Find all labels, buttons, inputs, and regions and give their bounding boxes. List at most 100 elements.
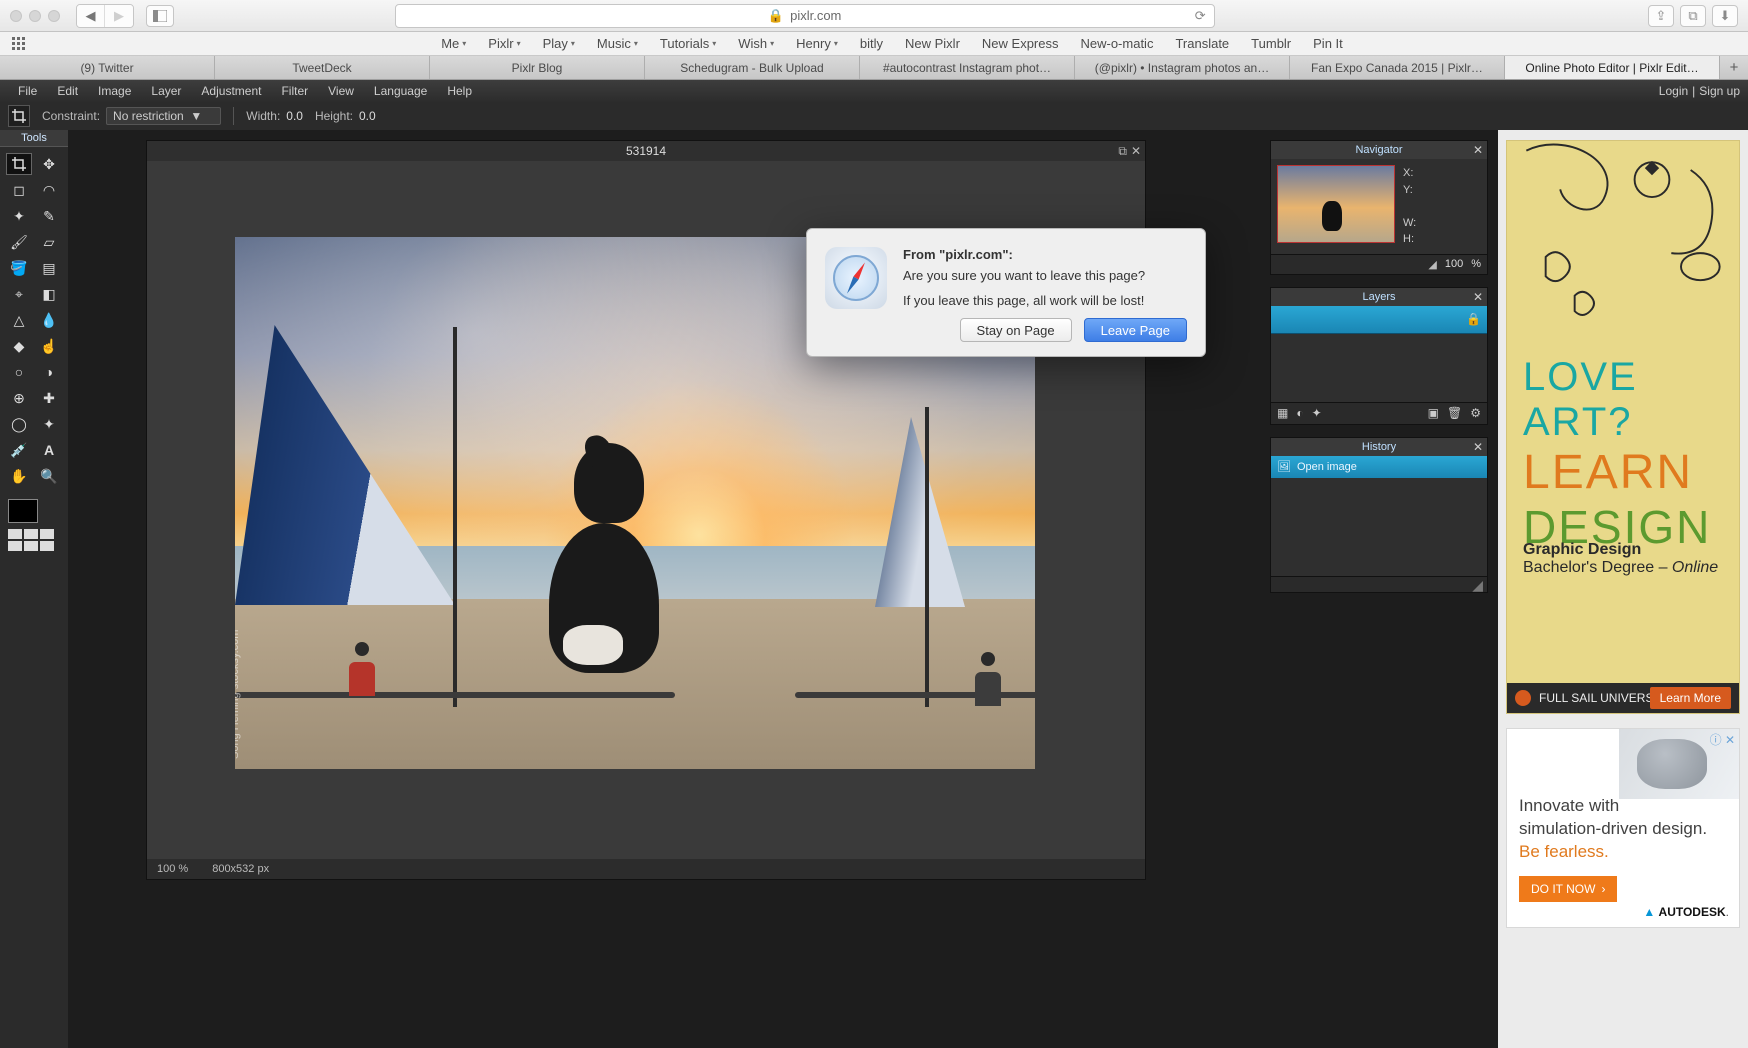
- ad-close-icon[interactable]: ⓘ ✕: [1710, 731, 1735, 748]
- new-tab-button[interactable]: +: [1720, 56, 1748, 79]
- lasso-tool[interactable]: ◠: [36, 179, 62, 201]
- marquee-tool[interactable]: ◻: [6, 179, 32, 201]
- drawing-tool[interactable]: △: [6, 309, 32, 331]
- navigator-thumbnail[interactable]: [1277, 165, 1395, 243]
- bookmark-item[interactable]: Pixlr▾: [488, 36, 520, 51]
- menu-language[interactable]: Language: [364, 84, 437, 98]
- maximize-icon[interactable]: ⧉: [1118, 144, 1127, 159]
- bookmark-item[interactable]: Henry▾: [796, 36, 838, 51]
- eraser-tool[interactable]: ▱: [36, 231, 62, 253]
- back-button[interactable]: ◀: [77, 5, 105, 27]
- foreground-color[interactable]: [8, 499, 38, 523]
- browser-tab-active[interactable]: Online Photo Editor | Pixlr Edit…: [1505, 56, 1720, 79]
- browser-tab[interactable]: Pixlr Blog: [430, 56, 645, 79]
- crop-tool[interactable]: [6, 153, 32, 175]
- login-link[interactable]: Login: [1659, 84, 1688, 98]
- sidebar-toggle-button[interactable]: [146, 5, 174, 27]
- smudge-tool[interactable]: ☝: [36, 335, 62, 357]
- stay-on-page-button[interactable]: Stay on Page: [960, 318, 1072, 342]
- ad-autodesk[interactable]: ⓘ ✕ Innovate with simulation-driven desi…: [1506, 728, 1740, 928]
- menu-image[interactable]: Image: [88, 84, 141, 98]
- pencil-tool[interactable]: ✎: [36, 205, 62, 227]
- leave-page-button[interactable]: Leave Page: [1084, 318, 1187, 342]
- new-layer-icon[interactable]: ▦: [1277, 406, 1288, 420]
- pinch-tool[interactable]: ✦: [36, 413, 62, 435]
- swatch-grid[interactable]: [8, 529, 60, 551]
- zoom-out-icon[interactable]: ◢: [1428, 258, 1436, 271]
- bookmark-item[interactable]: Translate: [1175, 36, 1229, 51]
- bookmark-item[interactable]: New-o-matic: [1080, 36, 1153, 51]
- red-eye-tool[interactable]: ⊕: [6, 387, 32, 409]
- learn-more-button[interactable]: Learn More: [1650, 687, 1731, 709]
- close-icon[interactable]: ✕: [1131, 144, 1141, 159]
- bookmark-item[interactable]: Me▾: [441, 36, 466, 51]
- signup-link[interactable]: Sign up: [1699, 84, 1740, 98]
- history-item[interactable]: 🖼 Open image: [1271, 456, 1487, 478]
- share-button[interactable]: ⇪: [1648, 5, 1674, 27]
- menu-view[interactable]: View: [318, 84, 364, 98]
- new-icon[interactable]: ▣: [1428, 406, 1439, 420]
- lock-icon[interactable]: 🔒: [1466, 312, 1481, 326]
- minimize-window-icon[interactable]: [29, 10, 41, 22]
- browser-tab[interactable]: (9) Twitter: [0, 56, 215, 79]
- clone-stamp-tool[interactable]: ⌖: [6, 283, 32, 305]
- do-it-now-button[interactable]: DO IT NOW›: [1519, 876, 1617, 902]
- tabs-button[interactable]: ⧉: [1680, 5, 1706, 27]
- paint-bucket-tool[interactable]: 🪣: [6, 257, 32, 279]
- bookmark-item[interactable]: Music▾: [597, 36, 638, 51]
- bookmark-item[interactable]: Pin It: [1313, 36, 1343, 51]
- bookmark-item[interactable]: Play▾: [543, 36, 575, 51]
- address-bar[interactable]: 🔒 pixlr.com ⟳: [395, 4, 1215, 28]
- hand-tool[interactable]: ✋: [6, 465, 32, 487]
- dodge-tool[interactable]: ◑: [36, 361, 62, 383]
- bookmark-item[interactable]: New Pixlr: [905, 36, 960, 51]
- colorpicker-tool[interactable]: 💉: [6, 439, 32, 461]
- close-window-icon[interactable]: [10, 10, 22, 22]
- sponge-tool[interactable]: ○: [6, 361, 32, 383]
- reload-icon[interactable]: ⟳: [1195, 8, 1206, 24]
- resize-handle-icon[interactable]: ◢: [1472, 577, 1483, 592]
- forward-button[interactable]: ▶: [105, 5, 133, 27]
- apps-icon[interactable]: [12, 37, 26, 51]
- type-tool[interactable]: A: [36, 439, 62, 461]
- ad-fullsail[interactable]: LOVE ART? LEARN DESIGN Graphic Design Ba…: [1506, 140, 1740, 714]
- width-value[interactable]: 0.0: [286, 109, 303, 123]
- styles-icon[interactable]: ✦: [1312, 406, 1322, 420]
- zoom-tool[interactable]: 🔍: [36, 465, 62, 487]
- bookmark-item[interactable]: Wish▾: [738, 36, 774, 51]
- spot-heal-tool[interactable]: ✚: [36, 387, 62, 409]
- close-icon[interactable]: ✕: [1473, 440, 1483, 454]
- browser-tab[interactable]: (@pixlr) • Instagram photos an…: [1075, 56, 1290, 79]
- menu-adjustment[interactable]: Adjustment: [191, 84, 271, 98]
- settings-icon[interactable]: ⚙: [1470, 406, 1481, 420]
- bloat-tool[interactable]: ◯: [6, 413, 32, 435]
- downloads-button[interactable]: ⬇: [1712, 5, 1738, 27]
- gradient-tool[interactable]: ▤: [36, 257, 62, 279]
- close-icon[interactable]: ✕: [1473, 290, 1483, 304]
- menu-filter[interactable]: Filter: [271, 84, 318, 98]
- browser-tab[interactable]: Fan Expo Canada 2015 | Pixlr…: [1290, 56, 1505, 79]
- blur-tool[interactable]: 💧: [36, 309, 62, 331]
- constraint-select[interactable]: No restriction ▼: [106, 107, 221, 125]
- close-icon[interactable]: ✕: [1473, 143, 1483, 157]
- document-titlebar[interactable]: 531914 ⧉ ✕: [147, 141, 1145, 161]
- delete-icon[interactable]: 🗑: [1447, 406, 1462, 420]
- menu-help[interactable]: Help: [437, 84, 482, 98]
- sharpen-tool[interactable]: ◆: [6, 335, 32, 357]
- brush-tool[interactable]: 🖌: [6, 231, 32, 253]
- bookmark-item[interactable]: New Express: [982, 36, 1059, 51]
- bookmark-item[interactable]: Tumblr: [1251, 36, 1291, 51]
- zoom-value[interactable]: 100: [1445, 258, 1463, 270]
- bookmark-item[interactable]: Tutorials▾: [660, 36, 716, 51]
- browser-tab[interactable]: #autocontrast Instagram phot…: [860, 56, 1075, 79]
- mask-icon[interactable]: ◐: [1296, 406, 1303, 420]
- bookmark-item[interactable]: bitly: [860, 36, 883, 51]
- wand-tool[interactable]: ✦: [6, 205, 32, 227]
- browser-tab[interactable]: Schedugram - Bulk Upload: [645, 56, 860, 79]
- menu-file[interactable]: File: [8, 84, 47, 98]
- move-tool[interactable]: ✥: [36, 153, 62, 175]
- menu-edit[interactable]: Edit: [47, 84, 88, 98]
- color-replace-tool[interactable]: ◧: [36, 283, 62, 305]
- menu-layer[interactable]: Layer: [141, 84, 191, 98]
- layer-row[interactable]: 🔒: [1271, 306, 1487, 334]
